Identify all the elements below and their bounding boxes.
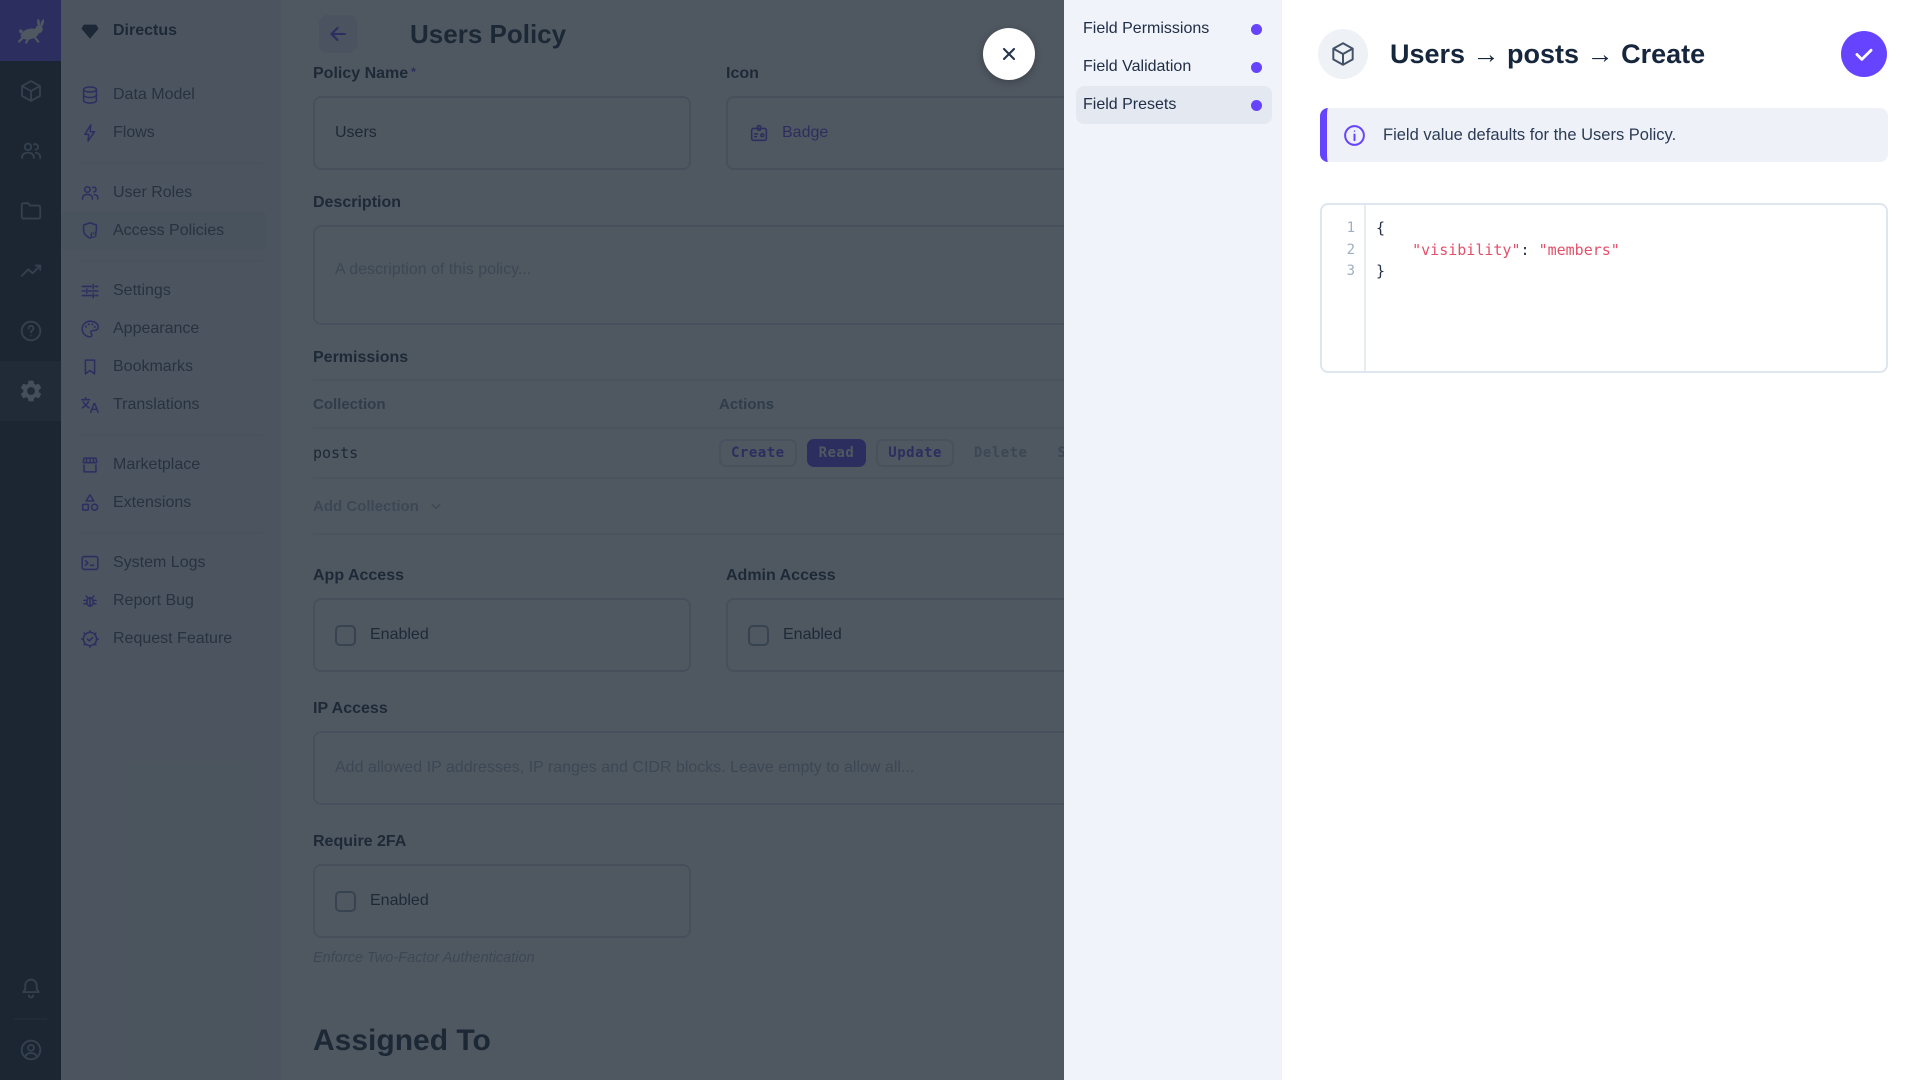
tab-field-presets[interactable]: Field Presets xyxy=(1076,86,1272,124)
drawer-header-badge xyxy=(1318,29,1368,79)
notice-text: Field value defaults for the Users Polic… xyxy=(1383,126,1676,145)
tab-field-validation[interactable]: Field Validation xyxy=(1076,48,1272,86)
drawer-panel: Users → posts → Create Field value defau… xyxy=(1282,0,1920,1080)
tab-label: Field Permissions xyxy=(1083,20,1209,38)
json-value: "members" xyxy=(1539,241,1620,259)
drawer-close-button[interactable] xyxy=(983,28,1035,80)
status-dot-icon xyxy=(1251,24,1262,35)
drawer-tab-list: Field Permissions Field Validation Field… xyxy=(1064,0,1282,1080)
code-line: { xyxy=(1376,218,1886,240)
json-key: "visibility" xyxy=(1412,241,1520,259)
check-icon xyxy=(1851,41,1877,67)
directus-app: Directus Data Model Flows xyxy=(0,0,1920,1080)
cube-icon xyxy=(1329,40,1357,68)
tab-label: Field Validation xyxy=(1083,58,1191,76)
status-dot-icon xyxy=(1251,100,1262,111)
close-icon xyxy=(997,42,1021,66)
tab-field-permissions[interactable]: Field Permissions xyxy=(1076,10,1272,48)
code-area[interactable]: { "visibility": "members" } xyxy=(1366,205,1886,371)
save-button[interactable] xyxy=(1841,31,1887,77)
code-line: "visibility": "members" xyxy=(1376,240,1886,262)
drawer-title: Users → posts → Create xyxy=(1390,39,1705,70)
line-number: 3 xyxy=(1322,261,1364,283)
info-icon xyxy=(1342,123,1367,148)
tab-label: Field Presets xyxy=(1083,96,1176,114)
line-number: 1 xyxy=(1322,218,1364,240)
line-number-gutter: 1 2 3 xyxy=(1322,205,1366,371)
status-dot-icon xyxy=(1251,62,1262,73)
code-line: } xyxy=(1376,261,1886,283)
info-notice: Field value defaults for the Users Polic… xyxy=(1320,108,1888,162)
code-editor[interactable]: 1 2 3 { "visibility": "members" } xyxy=(1320,203,1888,373)
line-number: 2 xyxy=(1322,240,1364,262)
drawer: Field Permissions Field Validation Field… xyxy=(1064,0,1920,1080)
drawer-header: Users → posts → Create xyxy=(1282,0,1920,79)
